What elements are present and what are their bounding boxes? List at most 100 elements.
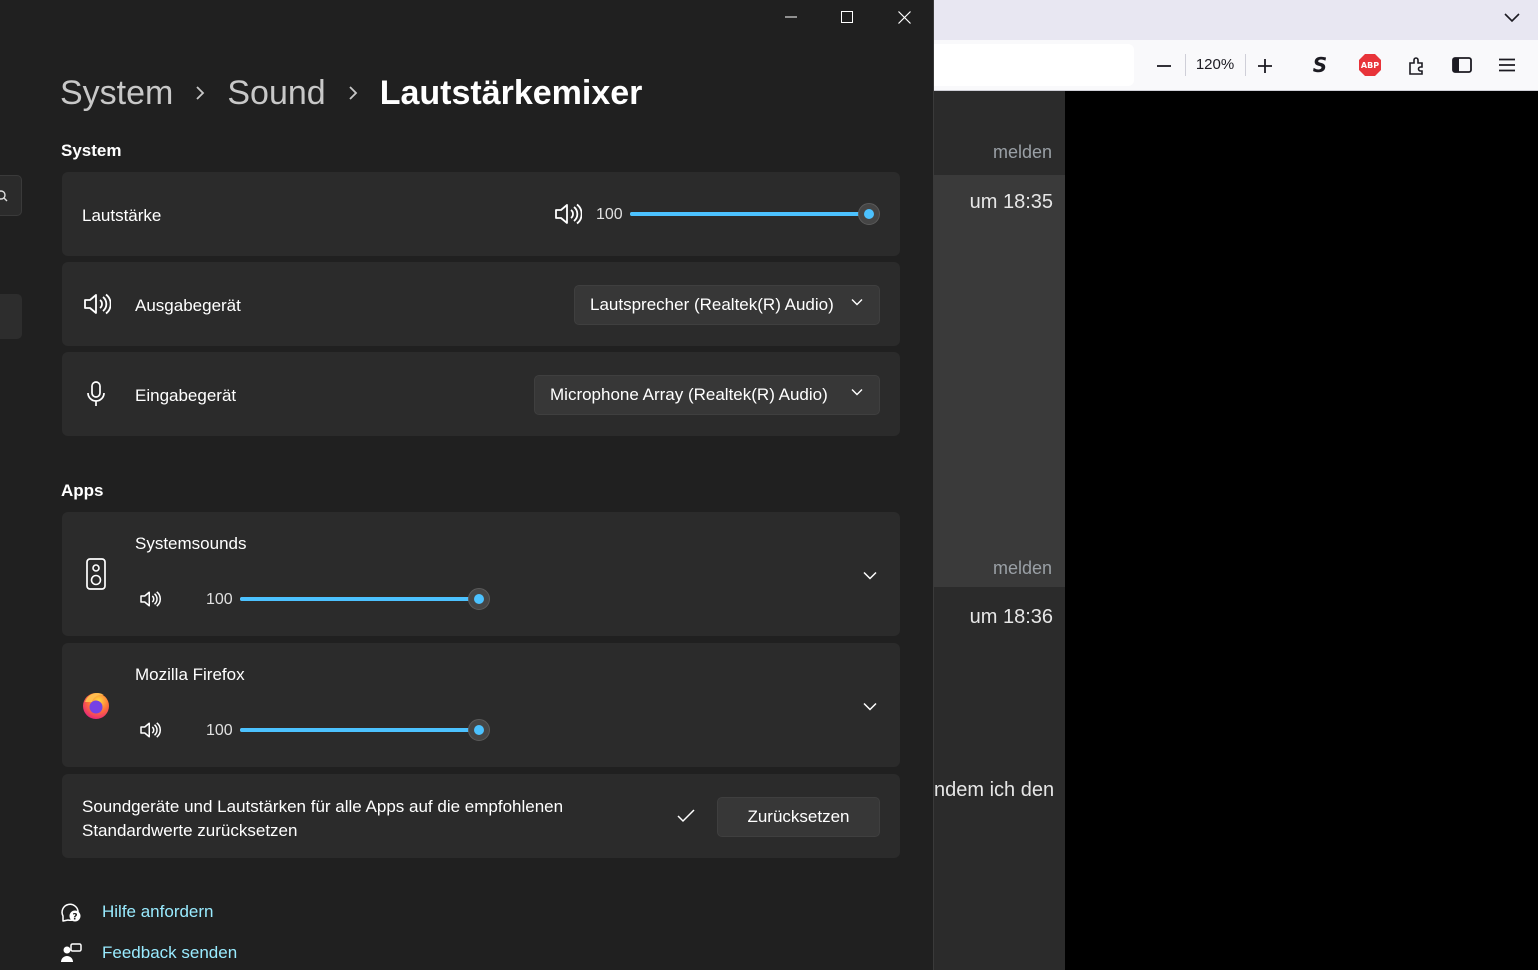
breadcrumb-sound[interactable]: Sound bbox=[227, 74, 325, 113]
chevron-down-icon bbox=[863, 702, 877, 711]
web-page-post-block bbox=[934, 175, 1065, 587]
input-device-selected: Microphone Array (Realtek(R) Audio) bbox=[550, 385, 828, 404]
reset-button[interactable]: Zurücksetzen bbox=[717, 797, 880, 837]
report-link[interactable]: melden bbox=[993, 142, 1052, 163]
system-volume-label: Lautstärke bbox=[82, 206, 162, 225]
slider-fill bbox=[630, 212, 869, 216]
reset-description-line2: Standardwerte zurücksetzen bbox=[82, 821, 298, 840]
system-sounds-speaker-icon bbox=[84, 557, 108, 591]
feedback-link[interactable]: Feedback senden bbox=[60, 942, 237, 964]
report-link[interactable]: melden bbox=[993, 558, 1052, 579]
close-icon bbox=[898, 10, 911, 24]
puzzle-icon bbox=[1409, 57, 1423, 75]
s-extension-icon: S bbox=[1313, 54, 1327, 76]
close-button[interactable] bbox=[876, 0, 933, 34]
zoom-in-button[interactable] bbox=[1251, 52, 1279, 80]
minimize-icon bbox=[784, 16, 797, 18]
url-bar[interactable] bbox=[934, 44, 1134, 86]
chevron-right-icon bbox=[195, 85, 205, 101]
system-volume-slider[interactable] bbox=[630, 203, 880, 225]
expand-app-button[interactable] bbox=[858, 563, 882, 587]
system-volume-card: Lautstärke 100 bbox=[62, 172, 900, 256]
browser-tab-bar bbox=[934, 0, 1538, 40]
maximize-button[interactable] bbox=[818, 0, 875, 34]
app-mute-button[interactable] bbox=[138, 588, 162, 610]
help-icon: ? bbox=[61, 903, 81, 923]
sidebar-toggle-button[interactable] bbox=[1448, 51, 1476, 79]
zoom-out-button[interactable] bbox=[1150, 52, 1178, 80]
help-link[interactable]: ? Hilfe anfordern bbox=[60, 901, 214, 923]
search-icon bbox=[0, 190, 8, 202]
nav-search-box[interactable] bbox=[0, 175, 22, 216]
feedback-link-text[interactable]: Feedback senden bbox=[102, 943, 237, 963]
zoom-level-button[interactable]: 120% bbox=[1188, 56, 1242, 73]
svg-text:ABP: ABP bbox=[1361, 61, 1379, 70]
speaker-icon bbox=[140, 722, 161, 738]
app-name: Systemsounds bbox=[135, 534, 247, 553]
minimize-button[interactable] bbox=[762, 0, 819, 34]
app-name: Mozilla Firefox bbox=[135, 665, 245, 684]
feedback-icon bbox=[61, 943, 82, 962]
slider-fill bbox=[240, 597, 479, 601]
input-device-label: Eingabegerät bbox=[135, 386, 237, 405]
slider-thumb[interactable] bbox=[468, 588, 490, 610]
output-device-label: Ausgabegerät bbox=[135, 296, 241, 315]
tab-list-button[interactable] bbox=[1498, 4, 1526, 32]
chevron-down-icon bbox=[863, 571, 877, 580]
post-timestamp: um 18:35 bbox=[969, 191, 1053, 213]
section-title-apps: Apps bbox=[61, 481, 104, 500]
help-link-text[interactable]: Hilfe anfordern bbox=[102, 902, 214, 922]
maximize-icon bbox=[840, 11, 853, 23]
plus-icon bbox=[1258, 59, 1272, 73]
speaker-icon bbox=[82, 291, 112, 317]
input-device-dropdown[interactable]: Microphone Array (Realtek(R) Audio) bbox=[534, 375, 880, 415]
output-device-dropdown[interactable]: Lautsprecher (Realtek(R) Audio) bbox=[574, 285, 880, 325]
app-volume-slider[interactable] bbox=[240, 719, 490, 741]
app-menu-button[interactable] bbox=[1493, 51, 1521, 79]
extensions-button[interactable] bbox=[1403, 51, 1431, 79]
toolbar-divider bbox=[1185, 54, 1186, 76]
settings-window: System Sound Lautstärkemixer System Laut… bbox=[0, 0, 934, 970]
section-title-system: System bbox=[61, 141, 122, 160]
app-mute-button[interactable] bbox=[138, 719, 162, 741]
hamburger-menu-icon bbox=[1499, 58, 1515, 72]
nav-selected-item[interactable] bbox=[0, 294, 22, 339]
checkmark-icon bbox=[676, 808, 696, 824]
expand-app-button[interactable] bbox=[858, 694, 882, 718]
reset-description: Soundgeräte und Lautstärken für alle App… bbox=[82, 795, 563, 843]
app-card-systemsounds[interactable]: Systemsounds 100 bbox=[62, 512, 900, 636]
reset-description-line1: Soundgeräte und Lautstärken für alle App… bbox=[82, 797, 564, 816]
post-text: ndem ich den bbox=[934, 779, 1055, 801]
output-device-selected: Lautsprecher (Realtek(R) Audio) bbox=[590, 295, 834, 314]
slider-thumb[interactable] bbox=[858, 203, 880, 225]
adblock-plus-button[interactable]: ABP bbox=[1356, 51, 1384, 79]
app-card-firefox[interactable]: Mozilla Firefox 100 bbox=[62, 643, 900, 767]
breadcrumb-system[interactable]: System bbox=[60, 74, 173, 113]
app-volume-slider[interactable] bbox=[240, 588, 490, 610]
mute-toggle-button[interactable] bbox=[552, 200, 584, 228]
chevron-down-icon bbox=[851, 298, 863, 306]
slider-thumb[interactable] bbox=[468, 719, 490, 741]
app-volume-value: 100 bbox=[206, 591, 233, 608]
toolbar-divider bbox=[1245, 54, 1246, 76]
chevron-down-icon bbox=[851, 388, 863, 396]
adblock-icon: ABP bbox=[1359, 54, 1381, 76]
chevron-right-icon bbox=[348, 85, 358, 101]
microphone-icon bbox=[84, 380, 108, 408]
svg-text:S: S bbox=[1313, 54, 1327, 76]
chevron-down-icon bbox=[1504, 13, 1520, 23]
input-device-card: Eingabegerät Microphone Array (Realtek(R… bbox=[62, 352, 900, 436]
reset-card: Soundgeräte und Lautstärken für alle App… bbox=[62, 774, 900, 858]
breadcrumb: System Sound Lautstärkemixer bbox=[60, 70, 642, 116]
speaker-icon bbox=[140, 591, 161, 607]
minus-icon bbox=[1157, 65, 1171, 67]
system-volume-value: 100 bbox=[596, 206, 623, 223]
extension-s-button[interactable]: S bbox=[1306, 51, 1334, 79]
svg-text:?: ? bbox=[72, 913, 77, 923]
page-title: Lautstärkemixer bbox=[379, 73, 643, 112]
output-device-card: Ausgabegerät Lautsprecher (Realtek(R) Au… bbox=[62, 262, 900, 346]
post-timestamp: um 18:36 bbox=[969, 606, 1053, 628]
speaker-icon bbox=[555, 203, 582, 225]
sidebar-icon bbox=[1452, 57, 1472, 73]
firefox-icon bbox=[81, 690, 111, 720]
